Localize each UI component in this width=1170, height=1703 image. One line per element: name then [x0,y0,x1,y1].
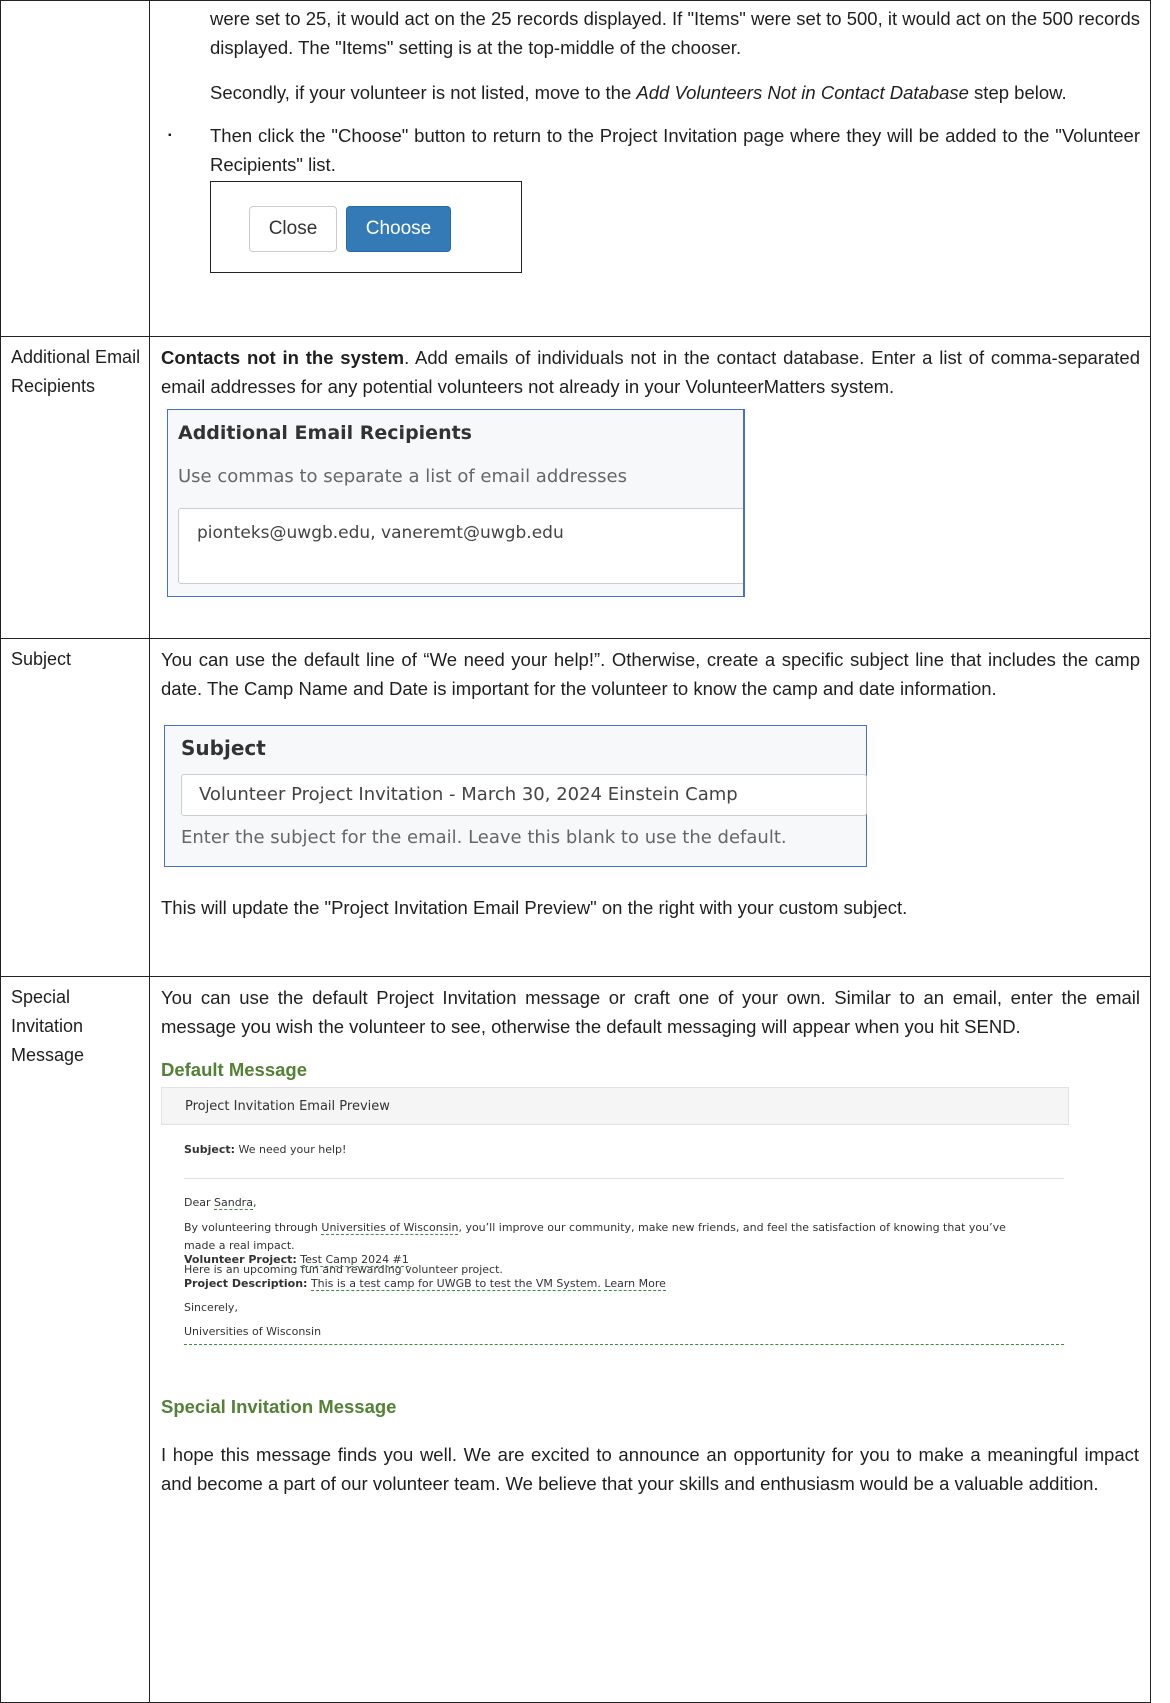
bullet-item: ▪ Then click the "Choose" button to retu… [161,121,1140,179]
preview-sincerely: Sincerely, [184,1301,238,1314]
preview-description: Project Description: This is a test camp… [184,1277,666,1291]
learn-more-link[interactable]: Learn More [604,1277,666,1291]
paragraph-subject-preview: This will update the "Project Invitation… [161,897,908,918]
paragraph-subject: You can use the default line of “We need… [161,649,1140,699]
preview-intro-cont: made a real impact. [184,1239,295,1252]
bullet-icon: ▪ [168,130,172,141]
merge-field-description: This is a test camp for UWGB to test the… [310,1277,601,1291]
table-row: Subject You can use the default line of … [0,638,1151,977]
table-row: Additional Email Recipients Contacts not… [0,336,1151,639]
paragraph-items-setting: were set to 25, it would act on the 25 r… [210,8,1140,58]
preview-intro: By volunteering through Universities of … [184,1221,1006,1235]
paragraph-contacts: Contacts not in the system. Add emails o… [161,347,1140,397]
divider [184,1178,1064,1179]
merge-field-name: Sandra [214,1196,253,1210]
row-label: Subject [11,649,72,669]
label-cell: Special Invitation Message [0,976,150,1703]
choose-button[interactable]: Choose [346,206,451,252]
subject-value: Volunteer Project Invitation - March 30,… [199,784,738,805]
panel-title: Additional Email Recipients [178,422,472,444]
close-button[interactable]: Close [249,206,337,252]
additional-recipients-screenshot: Additional Email Recipients Use commas t… [167,409,745,597]
default-message-heading: Default Message [161,1059,307,1080]
step-reference: Add Volunteers Not in Contact Database [636,82,969,103]
preview-subject: Subject: We need your help! [184,1143,347,1156]
table-row: were set to 25, it would act on the 25 r… [0,0,1151,337]
row-label: Additional Email Recipients [11,347,141,396]
panel-help-text: Enter the subject for the email. Leave t… [181,827,787,848]
preview-project: Volunteer Project: Test Camp 2024 #1 [184,1253,409,1267]
content-cell: Contacts not in the system. Add emails o… [149,336,1151,639]
row-label: Special Invitation Message [11,987,85,1065]
label-cell [0,0,150,337]
content-cell: were set to 25, it would act on the 25 r… [149,0,1151,337]
preview-greeting: Dear Sandra, [184,1196,257,1210]
document-page: were set to 25, it would act on the 25 r… [0,0,1170,1703]
bullet-text: Then click the "Choose" button to return… [210,125,1140,175]
email-recipients-field[interactable]: pionteks@uwgb.edu, vaneremt@uwgb.edu [178,508,743,584]
preview-signature: Universities of Wisconsin [184,1325,322,1338]
special-message-text: I hope this message finds you well. We a… [161,1444,1139,1494]
paragraph-message: You can use the default Project Invitati… [161,987,1140,1037]
panel-title: Subject [181,736,266,760]
preview-header: Project Invitation Email Preview [161,1087,1069,1125]
chooser-buttons-screenshot: Close Choose [210,181,522,273]
subject-screenshot: Subject Volunteer Project Invitation - M… [164,725,867,867]
merge-field-project: Test Camp 2024 #1 [300,1253,409,1267]
email-recipients-value: pionteks@uwgb.edu, vaneremt@uwgb.edu [197,523,564,543]
label-cell: Subject [0,638,150,977]
merge-field-org: Universities of Wisconsin [321,1221,459,1235]
paragraph-not-listed: Secondly, if your volunteer is not liste… [210,82,1067,103]
email-preview-continued: Volunteer Project: Test Camp 2024 #1 Pro… [161,1253,1069,1363]
content-cell: You can use the default line of “We need… [149,638,1151,977]
subject-field[interactable]: Volunteer Project Invitation - March 30,… [181,774,867,816]
signature-underline [184,1344,1064,1345]
special-message-heading: Special Invitation Message [161,1396,397,1417]
panel-help-text: Use commas to separate a list of email a… [178,466,627,487]
label-cell: Additional Email Recipients [0,336,150,639]
